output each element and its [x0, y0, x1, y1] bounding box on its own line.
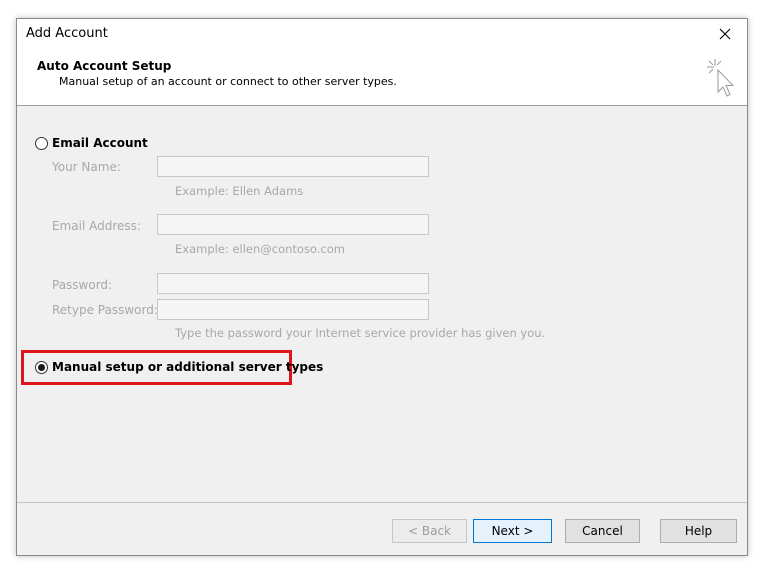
email-address-hint: Example: ellen@contoso.com: [175, 242, 345, 256]
add-account-dialog: Add Account Auto Account Setup Manual se…: [16, 18, 748, 556]
your-name-label: Your Name:: [52, 160, 121, 174]
help-button[interactable]: Help: [660, 519, 737, 543]
email-account-label[interactable]: Email Account: [52, 136, 148, 150]
password-label: Password:: [52, 278, 112, 292]
footer-divider: [17, 502, 747, 503]
password-hint: Type the password your Internet service …: [175, 326, 545, 340]
email-account-radio[interactable]: [35, 137, 48, 150]
your-name-input[interactable]: [157, 156, 429, 177]
retype-password-input[interactable]: [157, 299, 429, 320]
your-name-hint: Example: Ellen Adams: [175, 184, 303, 198]
cancel-button[interactable]: Cancel: [565, 519, 640, 543]
close-button[interactable]: [703, 19, 747, 49]
setup-header: Auto Account Setup Manual setup of an ac…: [17, 49, 747, 106]
email-address-label: Email Address:: [52, 219, 141, 233]
password-input[interactable]: [157, 273, 429, 294]
header-subtitle: Manual setup of an account or connect to…: [59, 75, 397, 88]
header-title: Auto Account Setup: [37, 59, 171, 73]
close-icon: [719, 28, 731, 40]
manual-setup-label[interactable]: Manual setup or additional server types: [52, 360, 323, 374]
manual-setup-radio[interactable]: [35, 361, 48, 374]
cursor-click-icon: [703, 55, 737, 99]
back-button[interactable]: < Back: [392, 519, 467, 543]
title-bar: Add Account: [17, 19, 747, 49]
retype-password-label: Retype Password:: [52, 303, 158, 317]
email-address-input[interactable]: [157, 214, 429, 235]
dialog-title: Add Account: [26, 26, 108, 41]
next-button[interactable]: Next >: [473, 519, 552, 543]
